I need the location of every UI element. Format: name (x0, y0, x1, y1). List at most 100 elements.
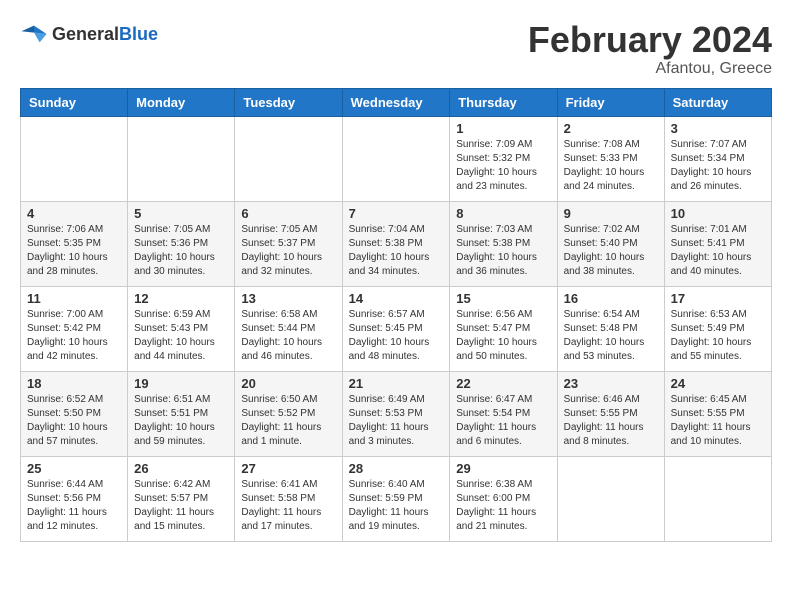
week-row-5: 25 Sunrise: 6:44 AM Sunset: 5:56 PM Dayli… (21, 456, 772, 541)
calendar-cell: 20 Sunrise: 6:50 AM Sunset: 5:52 PM Dayli… (235, 371, 342, 456)
day-info: Sunrise: 6:46 AM Sunset: 5:55 PM Dayligh… (564, 393, 658, 449)
day-info: Sunrise: 7:09 AM Sunset: 5:32 PM Dayligh… (456, 138, 550, 194)
weekday-header-tuesday: Tuesday (235, 88, 342, 116)
day-number: 25 (27, 461, 121, 476)
day-info: Sunrise: 6:38 AM Sunset: 6:00 PM Dayligh… (456, 478, 550, 534)
day-number: 17 (671, 291, 765, 306)
calendar-cell (235, 116, 342, 201)
day-info: Sunrise: 6:56 AM Sunset: 5:47 PM Dayligh… (456, 308, 550, 364)
calendar-cell: 7Sunrise: 7:04 AM Sunset: 5:38 PM Daylig… (342, 201, 450, 286)
page-header: GeneralBlue February 2024 Afantou, Greec… (20, 20, 772, 78)
calendar-cell: 21 Sunrise: 6:49 AM Sunset: 5:53 PM Dayli… (342, 371, 450, 456)
day-number: 8 (456, 206, 550, 221)
weekday-header-friday: Friday (557, 88, 664, 116)
day-info: Sunrise: 6:53 AM Sunset: 5:49 PM Dayligh… (671, 308, 765, 364)
calendar-cell: 2 Sunrise: 7:08 AM Sunset: 5:33 PM Daylig… (557, 116, 664, 201)
day-number: 4 (27, 206, 121, 221)
calendar-cell: 1 Sunrise: 7:09 AM Sunset: 5:32 PM Daylig… (450, 116, 557, 201)
calendar-cell: 27 Sunrise: 6:41 AM Sunset: 5:58 PM Dayli… (235, 456, 342, 541)
day-number: 2 (564, 121, 658, 136)
calendar-cell: 9 Sunrise: 7:02 AM Sunset: 5:40 PM Daylig… (557, 201, 664, 286)
day-info: Sunrise: 7:00 AM Sunset: 5:42 PM Dayligh… (27, 308, 121, 364)
calendar-cell: 28 Sunrise: 6:40 AM Sunset: 5:59 PM Dayli… (342, 456, 450, 541)
calendar-cell (21, 116, 128, 201)
calendar-cell: 11Sunrise: 7:00 AM Sunset: 5:42 PM Dayli… (21, 286, 128, 371)
day-number: 6 (241, 206, 335, 221)
day-info: Sunrise: 7:05 AM Sunset: 5:37 PM Dayligh… (241, 223, 335, 279)
day-number: 22 (456, 376, 550, 391)
calendar-cell: 16 Sunrise: 6:54 AM Sunset: 5:48 PM Dayli… (557, 286, 664, 371)
weekday-header-wednesday: Wednesday (342, 88, 450, 116)
day-info: Sunrise: 7:01 AM Sunset: 5:41 PM Dayligh… (671, 223, 765, 279)
day-number: 13 (241, 291, 335, 306)
day-info: Sunrise: 6:45 AM Sunset: 5:55 PM Dayligh… (671, 393, 765, 449)
logo-blue-text: Blue (119, 24, 158, 44)
day-number: 19 (134, 376, 228, 391)
logo: GeneralBlue (20, 20, 158, 48)
weekday-header-thursday: Thursday (450, 88, 557, 116)
day-number: 26 (134, 461, 228, 476)
day-number: 28 (349, 461, 444, 476)
day-info: Sunrise: 7:07 AM Sunset: 5:34 PM Dayligh… (671, 138, 765, 194)
day-number: 14 (349, 291, 444, 306)
day-number: 16 (564, 291, 658, 306)
day-info: Sunrise: 7:03 AM Sunset: 5:38 PM Dayligh… (456, 223, 550, 279)
calendar-cell: 29 Sunrise: 6:38 AM Sunset: 6:00 PM Dayli… (450, 456, 557, 541)
day-info: Sunrise: 6:59 AM Sunset: 5:43 PM Dayligh… (134, 308, 228, 364)
day-number: 20 (241, 376, 335, 391)
calendar-cell (557, 456, 664, 541)
calendar-cell: 5Sunrise: 7:05 AM Sunset: 5:36 PM Daylig… (128, 201, 235, 286)
main-title: February 2024 (528, 20, 772, 60)
weekday-header-saturday: Saturday (664, 88, 771, 116)
subtitle: Afantou, Greece (528, 60, 772, 78)
calendar-cell: 25 Sunrise: 6:44 AM Sunset: 5:56 PM Dayli… (21, 456, 128, 541)
day-info: Sunrise: 6:54 AM Sunset: 5:48 PM Dayligh… (564, 308, 658, 364)
day-number: 29 (456, 461, 550, 476)
day-number: 7 (349, 206, 444, 221)
calendar-cell (342, 116, 450, 201)
calendar-cell: 3 Sunrise: 7:07 AM Sunset: 5:34 PM Daylig… (664, 116, 771, 201)
day-info: Sunrise: 6:57 AM Sunset: 5:45 PM Dayligh… (349, 308, 444, 364)
day-number: 1 (456, 121, 550, 136)
day-info: Sunrise: 6:47 AM Sunset: 5:54 PM Dayligh… (456, 393, 550, 449)
day-info: Sunrise: 7:05 AM Sunset: 5:36 PM Dayligh… (134, 223, 228, 279)
day-info: Sunrise: 6:42 AM Sunset: 5:57 PM Dayligh… (134, 478, 228, 534)
day-info: Sunrise: 6:44 AM Sunset: 5:56 PM Dayligh… (27, 478, 121, 534)
day-number: 27 (241, 461, 335, 476)
calendar-cell: 4Sunrise: 7:06 AM Sunset: 5:35 PM Daylig… (21, 201, 128, 286)
day-number: 12 (134, 291, 228, 306)
calendar-cell: 10 Sunrise: 7:01 AM Sunset: 5:41 PM Dayli… (664, 201, 771, 286)
calendar-cell: 19 Sunrise: 6:51 AM Sunset: 5:51 PM Dayli… (128, 371, 235, 456)
day-info: Sunrise: 6:52 AM Sunset: 5:50 PM Dayligh… (27, 393, 121, 449)
calendar-cell: 15Sunrise: 6:56 AM Sunset: 5:47 PM Dayli… (450, 286, 557, 371)
calendar-cell: 26 Sunrise: 6:42 AM Sunset: 5:57 PM Dayli… (128, 456, 235, 541)
logo-general-text: General (52, 24, 119, 44)
day-info: Sunrise: 6:40 AM Sunset: 5:59 PM Dayligh… (349, 478, 444, 534)
calendar-cell: 12 Sunrise: 6:59 AM Sunset: 5:43 PM Dayli… (128, 286, 235, 371)
day-info: Sunrise: 6:41 AM Sunset: 5:58 PM Dayligh… (241, 478, 335, 534)
weekday-header-monday: Monday (128, 88, 235, 116)
day-info: Sunrise: 6:49 AM Sunset: 5:53 PM Dayligh… (349, 393, 444, 449)
day-number: 9 (564, 206, 658, 221)
calendar-cell: 13 Sunrise: 6:58 AM Sunset: 5:44 PM Dayli… (235, 286, 342, 371)
title-area: February 2024 Afantou, Greece (528, 20, 772, 78)
day-number: 18 (27, 376, 121, 391)
day-info: Sunrise: 6:58 AM Sunset: 5:44 PM Dayligh… (241, 308, 335, 364)
calendar-cell (128, 116, 235, 201)
day-info: Sunrise: 6:50 AM Sunset: 5:52 PM Dayligh… (241, 393, 335, 449)
logo-icon (20, 20, 48, 48)
calendar-cell: 17 Sunrise: 6:53 AM Sunset: 5:49 PM Dayli… (664, 286, 771, 371)
week-row-2: 4Sunrise: 7:06 AM Sunset: 5:35 PM Daylig… (21, 201, 772, 286)
week-row-1: 1 Sunrise: 7:09 AM Sunset: 5:32 PM Daylig… (21, 116, 772, 201)
day-info: Sunrise: 7:08 AM Sunset: 5:33 PM Dayligh… (564, 138, 658, 194)
calendar-table: SundayMondayTuesdayWednesdayThursdayFrid… (20, 88, 772, 542)
day-number: 10 (671, 206, 765, 221)
calendar-cell: 22 Sunrise: 6:47 AM Sunset: 5:54 PM Dayli… (450, 371, 557, 456)
day-info: Sunrise: 7:02 AM Sunset: 5:40 PM Dayligh… (564, 223, 658, 279)
calendar-cell (664, 456, 771, 541)
day-info: Sunrise: 6:51 AM Sunset: 5:51 PM Dayligh… (134, 393, 228, 449)
calendar-cell: 18 Sunrise: 6:52 AM Sunset: 5:50 PM Dayli… (21, 371, 128, 456)
calendar-cell: 24Sunrise: 6:45 AM Sunset: 5:55 PM Dayli… (664, 371, 771, 456)
day-number: 3 (671, 121, 765, 136)
day-number: 21 (349, 376, 444, 391)
